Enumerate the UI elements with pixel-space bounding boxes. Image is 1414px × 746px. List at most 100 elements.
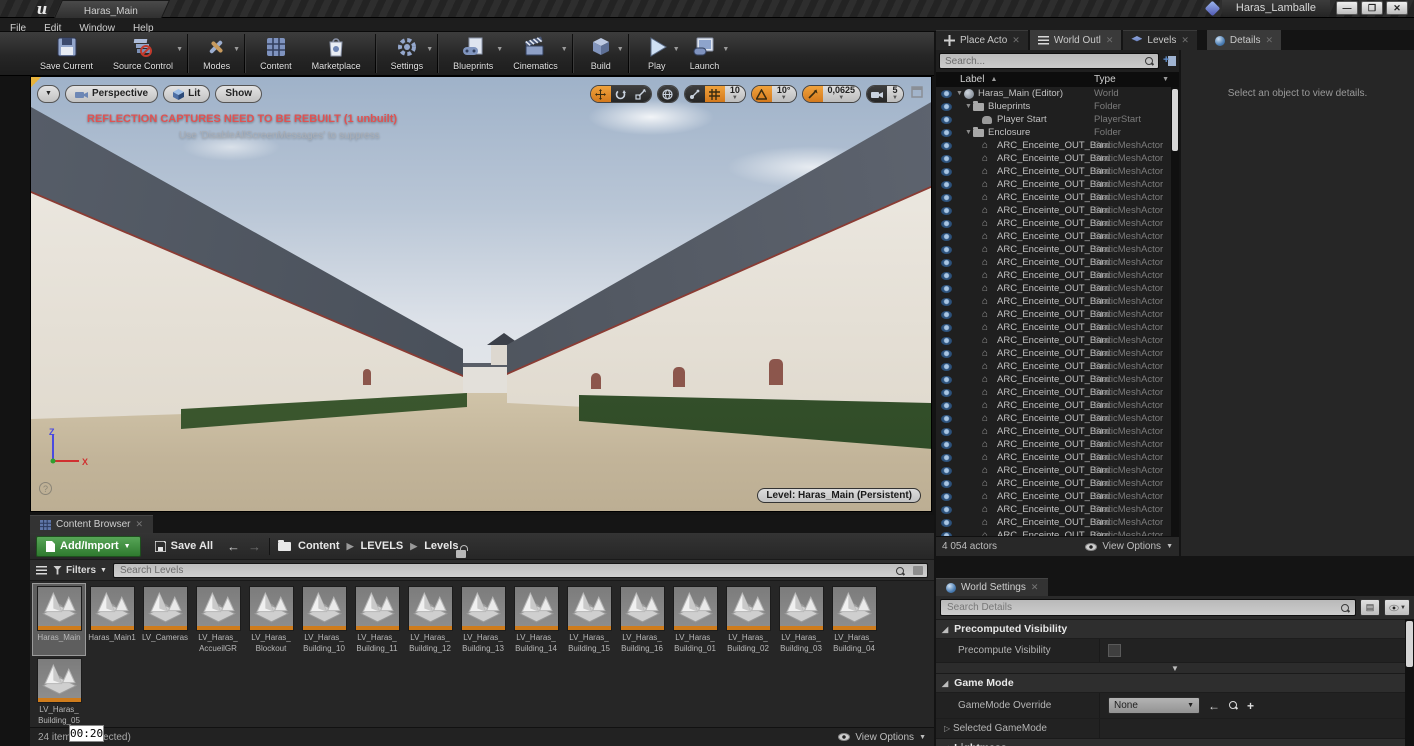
visibility-eye-icon[interactable] <box>941 324 952 332</box>
advanced-expander[interactable]: ▼ <box>936 662 1414 673</box>
build-button[interactable]: Build▼ <box>578 32 624 75</box>
chevron-down-icon[interactable]: ▼ <box>426 46 433 53</box>
outliner-row[interactable]: ⌂ARC_Enceinte_OUT_BarriStaticMeshActor <box>936 204 1171 217</box>
outliner-row[interactable]: ⌂ARC_Enceinte_OUT_BarriStaticMeshActor <box>936 516 1171 529</box>
outliner-row[interactable]: ⌂ARC_Enceinte_OUT_BarriStaticMeshActor <box>936 243 1171 256</box>
modes-button[interactable]: Modes▼ <box>193 32 240 75</box>
expand-arrow-icon[interactable]: ▼ <box>956 90 964 97</box>
browse-icon[interactable] <box>1229 701 1238 710</box>
visibility-eye-icon[interactable] <box>941 220 952 228</box>
outliner-row[interactable]: ⌂ARC_Enceinte_OUT_BarriStaticMeshActor <box>936 230 1171 243</box>
asset-tile-lv-haras-building-13[interactable]: LV_Haras_Building_13 <box>457 584 509 655</box>
restore-button[interactable]: ❐ <box>1361 1 1383 15</box>
lock-icon[interactable] <box>456 550 466 558</box>
content-button[interactable]: Content <box>250 32 302 75</box>
outliner-row[interactable]: ⌂ARC_Enceinte_OUT_BarriStaticMeshActor <box>936 191 1171 204</box>
chevron-down-icon[interactable]: ▼ <box>233 46 240 53</box>
minimize-button[interactable]: — <box>1336 1 1358 15</box>
play-button[interactable]: Play▼ <box>634 32 680 75</box>
cinematics-button[interactable]: Cinematics▼ <box>503 32 568 75</box>
outliner-row[interactable]: ⌂ARC_Enceinte_OUT_BarriStaticMeshActor <box>936 256 1171 269</box>
label-column-header[interactable]: Label▲ <box>936 74 1094 85</box>
rotation-snap-toggle[interactable] <box>752 86 772 102</box>
sources-panel-toggle-icon[interactable] <box>36 566 47 575</box>
settings-search-input[interactable]: Search Details <box>940 599 1356 616</box>
asset-tile-lv-haras-building-11[interactable]: LV_Haras_Building_11 <box>351 584 403 655</box>
perspective-button[interactable]: Perspective <box>65 85 158 103</box>
outliner-row[interactable]: ⌂ARC_Enceinte_OUT_BarriStaticMeshActor <box>936 529 1171 536</box>
outliner-row[interactable]: ⌂ARC_Enceinte_OUT_BarriStaticMeshActor <box>936 438 1171 451</box>
asset-tile-lv-haras-building-01[interactable]: LV_Haras_Building_01 <box>669 584 721 655</box>
close-icon[interactable]: ✕ <box>1106 35 1114 46</box>
tab-place-acto[interactable]: Place Acto✕ <box>936 30 1028 50</box>
scale-snap-toggle[interactable] <box>803 86 823 102</box>
type-column-header[interactable]: Type▼ <box>1094 74 1179 85</box>
outliner-row[interactable]: ⌂ARC_Enceinte_OUT_BarriStaticMeshActor <box>936 399 1171 412</box>
visibility-eye-icon[interactable] <box>941 90 952 98</box>
visibility-eye-icon[interactable] <box>941 467 952 475</box>
world-space-button[interactable] <box>658 86 678 102</box>
property-matrix-icon[interactable]: ▤ <box>1360 599 1380 616</box>
visibility-eye-icon[interactable] <box>941 168 952 176</box>
level-document-tab[interactable]: Haras_Main <box>54 0 170 18</box>
visibility-eye-icon[interactable] <box>941 272 952 280</box>
outliner-row[interactable]: ⌂ARC_Enceinte_OUT_BarriStaticMeshActor <box>936 386 1171 399</box>
asset-tile-lv-haras-building-14[interactable]: LV_Haras_Building_14 <box>510 584 562 655</box>
outliner-scrollbar[interactable] <box>1171 87 1179 536</box>
outliner-row[interactable]: ⌂ARC_Enceinte_OUT_BarriStaticMeshActor <box>936 412 1171 425</box>
asset-tile-lv-haras-building-12[interactable]: LV_Haras_Building_12 <box>404 584 456 655</box>
source-control-button[interactable]: Source Control▼ <box>103 32 183 75</box>
breadcrumb-levels[interactable]: Levels <box>424 540 458 552</box>
asset-tile-lv-haras-building-04[interactable]: LV_Haras_Building_04 <box>828 584 880 655</box>
asset-tile-haras-main1[interactable]: Haras_Main1 <box>86 584 138 655</box>
save-current-button[interactable]: Save Current <box>30 32 103 75</box>
visibility-eye-icon[interactable] <box>941 233 952 241</box>
add-new-icon[interactable]: + <box>1247 699 1254 713</box>
outliner-row[interactable]: ▼Haras_Main (Editor)World <box>936 87 1171 100</box>
visibility-eye-icon[interactable] <box>941 363 952 371</box>
outliner-row[interactable]: ⌂ARC_Enceinte_OUT_BarriStaticMeshActor <box>936 308 1171 321</box>
visibility-eye-icon[interactable] <box>941 116 952 124</box>
outliner-row[interactable]: ⌂ARC_Enceinte_OUT_BarriStaticMeshActor <box>936 295 1171 308</box>
camera-speed-value[interactable]: 5▼ <box>887 86 903 102</box>
visibility-eye-icon[interactable] <box>941 285 952 293</box>
asset-tile-lv-haras-building-02[interactable]: LV_Haras_Building_02 <box>722 584 774 655</box>
visibility-eye-icon[interactable] <box>941 259 952 267</box>
maximize-viewport-button[interactable] <box>911 85 923 103</box>
outliner-row[interactable]: ⌂ARC_Enceinte_OUT_BarriStaticMeshActor <box>936 360 1171 373</box>
show-menu-button[interactable]: Show <box>215 85 262 103</box>
level-viewport[interactable]: REFLECTION CAPTURES NEED TO BE REBUILT (… <box>30 76 932 512</box>
visibility-eye-icon[interactable] <box>941 415 952 423</box>
visibility-eye-icon[interactable] <box>941 194 952 202</box>
outliner-view-options-button[interactable]: View Options▼ <box>1085 541 1173 552</box>
visibility-eye-icon[interactable] <box>941 142 952 150</box>
gamemode-override-dropdown[interactable]: None▼ <box>1108 697 1200 714</box>
visibility-eye-icon[interactable] <box>941 454 952 462</box>
content-browser-tab[interactable]: Content Browser✕ <box>30 515 153 533</box>
search-assets-input[interactable]: Search Levels <box>113 563 928 578</box>
outliner-row[interactable]: ⌂ARC_Enceinte_OUT_BarriStaticMeshActor <box>936 178 1171 191</box>
chevron-down-icon[interactable]: ▼ <box>561 46 568 53</box>
visibility-eye-icon[interactable] <box>941 428 952 436</box>
outliner-row[interactable]: ⌂ARC_Enceinte_OUT_BarriStaticMeshActor <box>936 347 1171 360</box>
outliner-row[interactable]: ⌂ARC_Enceinte_OUT_BarriStaticMeshActor <box>936 373 1171 386</box>
settings-scrollbar[interactable] <box>1405 619 1414 746</box>
world-settings-tab[interactable]: World Settings✕ <box>936 578 1048 596</box>
tab-details[interactable]: Details✕ <box>1207 30 1281 50</box>
visibility-eye-icon[interactable] <box>941 480 952 488</box>
scale-tool-button[interactable] <box>631 86 651 102</box>
asset-tile-haras-main[interactable]: Haras_Main <box>33 584 85 655</box>
scale-snap-value[interactable]: 0,0625▼ <box>823 86 861 102</box>
visibility-eye-icon[interactable] <box>941 103 952 111</box>
chevron-down-icon[interactable]: ▼ <box>176 46 183 53</box>
outliner-row[interactable]: ⌂ARC_Enceinte_OUT_BarriStaticMeshActor <box>936 165 1171 178</box>
close-icon[interactable]: ✕ <box>1181 35 1189 46</box>
visibility-eye-icon[interactable] <box>941 519 952 527</box>
asset-tile-lv-haras-building-16[interactable]: LV_Haras_Building_16 <box>616 584 668 655</box>
outliner-row[interactable]: ⌂ARC_Enceinte_OUT_BarriStaticMeshActor <box>936 334 1171 347</box>
display-filter-button[interactable]: ▼ <box>1384 599 1410 616</box>
visibility-eye-icon[interactable] <box>941 311 952 319</box>
asset-tile-lv-haras-accueilgr[interactable]: LV_Haras_AccueilGR <box>192 584 244 655</box>
section-precomputed-visibility[interactable]: ◢Precomputed Visibility <box>936 619 1414 638</box>
visibility-eye-icon[interactable] <box>941 376 952 384</box>
